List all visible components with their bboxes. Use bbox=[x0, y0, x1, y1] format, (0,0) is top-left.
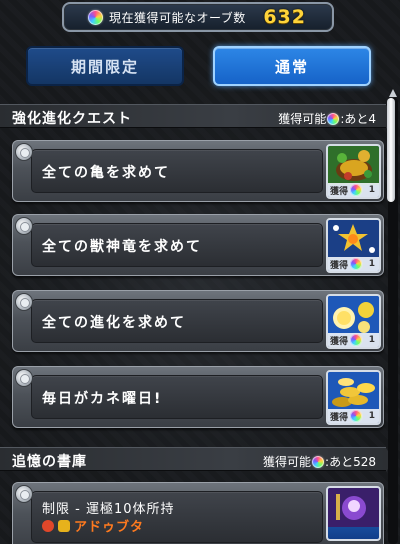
section-header-evolution: 強化進化クエスト 獲得可能 :あと4 bbox=[0, 104, 394, 129]
reward-box: 獲得 1 bbox=[326, 218, 381, 273]
orb-icon bbox=[350, 334, 363, 346]
pin-icon bbox=[15, 143, 33, 161]
orb-icon bbox=[350, 184, 363, 196]
reward-box: 獲得 1 bbox=[326, 294, 381, 349]
section-status: 獲得可能 :あと4 bbox=[278, 110, 376, 127]
tab-limited-time[interactable]: 期間限定 bbox=[26, 46, 184, 86]
reward-box: 獲得 1 bbox=[326, 144, 381, 199]
tab-normal[interactable]: 通常 bbox=[213, 46, 371, 86]
section-status: 獲得可能 :あと528 bbox=[263, 453, 376, 470]
reward-strip: 獲得 1 bbox=[328, 183, 379, 197]
status-remaining: :あと528 bbox=[325, 455, 376, 469]
reward-strip: 獲得 1 bbox=[328, 333, 379, 347]
quest-title-plate: 毎日がカネ曜日! bbox=[31, 375, 323, 419]
quest-title-plate: 全ての獣神竜を求めて bbox=[31, 223, 323, 267]
pin-icon bbox=[15, 485, 33, 503]
quest-title: 毎日がカネ曜日! bbox=[42, 391, 163, 407]
quest-title: 全ての進化を求めて bbox=[42, 315, 186, 331]
quest-title-plate: 全ての進化を求めて bbox=[31, 299, 323, 343]
reward-strip: 獲得 1 bbox=[328, 257, 379, 271]
orb-icon bbox=[350, 258, 363, 270]
quest-title: 全ての亀を求めて bbox=[42, 165, 170, 181]
status-prefix: 獲得可能 bbox=[263, 455, 312, 469]
restriction-text: 制限 - 運極10体所持 bbox=[42, 502, 175, 517]
section-title: 強化進化クエスト bbox=[12, 111, 132, 127]
pin-icon bbox=[15, 217, 33, 235]
quest-title-plate: 制限 - 運極10体所持 アドゥブタ bbox=[31, 491, 323, 543]
reward-label: 獲得 bbox=[330, 186, 349, 197]
orb-counter: 現在獲得可能なオーブ数 632 bbox=[62, 2, 334, 32]
reward-count: 1 bbox=[368, 335, 375, 345]
memory-quest-card[interactable]: 制限 - 運極10体所持 アドゥブタ bbox=[12, 482, 384, 544]
orb-icon bbox=[312, 455, 325, 468]
reward-box: 獲得 1 bbox=[326, 370, 381, 425]
section-title: 追憶の書庫 bbox=[12, 454, 87, 470]
orb-counter-label: 現在獲得可能なオーブ数 bbox=[109, 10, 246, 25]
wizard-icon bbox=[328, 488, 379, 527]
orb-count: 632 bbox=[263, 6, 306, 28]
quest-card[interactable]: 全ての亀を求めて 獲得 1 bbox=[12, 140, 384, 202]
quest-card[interactable]: 全ての進化を求めて 獲得 1 bbox=[12, 290, 384, 352]
orb-icon bbox=[88, 9, 103, 25]
status-prefix: 獲得可能 bbox=[278, 112, 327, 126]
orb-icon bbox=[350, 410, 363, 422]
status-remaining: :あと4 bbox=[340, 112, 376, 126]
reward-box bbox=[326, 486, 381, 541]
gold-coins-icon bbox=[328, 372, 379, 411]
pin-icon bbox=[15, 293, 33, 311]
reward-label: 獲得 bbox=[330, 412, 349, 423]
turtle-icon bbox=[328, 146, 379, 185]
quest-card[interactable]: 毎日がカネ曜日! 獲得 1 bbox=[12, 366, 384, 428]
beast-dragon-icon bbox=[328, 220, 379, 259]
reward-label: 獲得 bbox=[330, 336, 349, 347]
scrollbar[interactable] bbox=[387, 98, 398, 544]
reward-strip: 獲得 1 bbox=[328, 409, 379, 423]
reward-count: 1 bbox=[368, 259, 375, 269]
scroll-up-icon[interactable] bbox=[389, 88, 397, 98]
section-header-memory: 追憶の書庫 獲得可能 :あと528 bbox=[0, 447, 394, 472]
reward-label: 獲得 bbox=[330, 260, 349, 271]
reward-count: 1 bbox=[368, 411, 375, 421]
fire-element-icon bbox=[42, 519, 54, 532]
reward-count: 1 bbox=[368, 185, 375, 195]
quest-title-plate: 全ての亀を求めて bbox=[31, 149, 323, 193]
quest-title: 全ての獣神竜を求めて bbox=[42, 239, 202, 255]
pin-icon bbox=[15, 369, 33, 387]
character-row: アドゥブタ bbox=[42, 516, 144, 535]
orb-icon bbox=[327, 112, 340, 125]
scrollbar-thumb[interactable] bbox=[387, 98, 395, 202]
character-name: アドゥブタ bbox=[74, 520, 145, 535]
quest-card[interactable]: 全ての獣神竜を求めて 獲得 1 bbox=[12, 214, 384, 276]
helmet-icon bbox=[58, 519, 70, 532]
evolution-orb-icon bbox=[328, 296, 379, 335]
